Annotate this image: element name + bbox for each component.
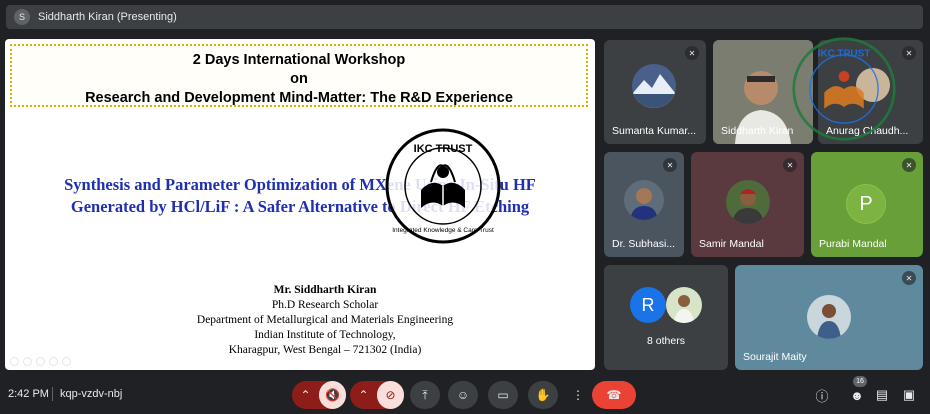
- participant-tile[interactable]: ✕ Sumanta Kumar...: [604, 40, 706, 144]
- avatar: [624, 180, 664, 220]
- others-tile[interactable]: R 8 others: [604, 265, 728, 370]
- camera-control[interactable]: ⌃ ⊘: [350, 381, 404, 409]
- participant-tile[interactable]: ✕ Samir Mandal: [691, 152, 804, 257]
- banner-line: Research and Development Mind-Matter: Th…: [85, 90, 513, 106]
- slide-pen-icon[interactable]: [36, 357, 45, 366]
- author-line: Indian Institute of Technology,: [254, 329, 396, 341]
- present-screen-button[interactable]: ⤒: [410, 381, 440, 409]
- mic-off-icon: ✕: [663, 158, 677, 172]
- avatar: [666, 287, 702, 323]
- avatar: [632, 64, 676, 108]
- participant-name: Sourajit Maity: [743, 351, 807, 363]
- meeting-controls-bar: 2:42 PM kqp-vzdv-nbj ⌃ 🔇 ⌃ ⊘ ⤒ ☺ ▭ ✋ ⋮ ☎…: [0, 376, 930, 414]
- leave-call-button[interactable]: ☎: [592, 381, 636, 409]
- mic-control[interactable]: ⌃ 🔇: [292, 381, 346, 409]
- participant-tile[interactable]: ✕ P Purabi Mandal: [811, 152, 923, 257]
- ikc-trust-logo: IKC TRUST Integrated Knowledge & Care Tr…: [385, 128, 501, 244]
- video-options-chevron-icon[interactable]: ⌃: [350, 381, 377, 409]
- author-line: Ph.D Research Scholar: [271, 299, 379, 311]
- mic-off-icon: ✕: [685, 46, 699, 60]
- participant-name: Purabi Mandal: [819, 238, 887, 250]
- participant-name: Dr. Subhasi...: [612, 238, 676, 250]
- presentation-slide: 2 Days International Workshop on Researc…: [5, 39, 595, 370]
- avatar: R: [630, 287, 666, 323]
- participant-name: Siddharth Kiran: [721, 125, 794, 137]
- author-block: Mr. Siddharth Kiran Ph.D Research Schola…: [125, 283, 525, 358]
- mic-off-icon: ✕: [902, 158, 916, 172]
- participant-tile[interactable]: ✕ Sourajit Maity: [735, 265, 923, 370]
- presenter-avatar: S: [14, 9, 30, 25]
- participant-tile[interactable]: ✕ Dr. Subhasi...: [604, 152, 684, 257]
- more-options-icon[interactable]: ⋮: [568, 381, 588, 409]
- slide-zoom-icon[interactable]: [49, 357, 58, 366]
- people-icon[interactable]: ☻: [847, 385, 867, 405]
- divider: [52, 387, 53, 401]
- others-count: 8 others: [647, 335, 685, 347]
- mic-off-icon: ✕: [902, 46, 916, 60]
- slide-menu-icon[interactable]: [62, 357, 71, 366]
- logo-title: IKC TRUST: [414, 143, 473, 155]
- watermark-title: IKC TRUST: [818, 49, 871, 60]
- author-line: Kharagpur, West Bengal – 721302 (India): [228, 344, 422, 356]
- meeting-code: kqp-vzdv-nbj: [60, 388, 123, 400]
- clock: 2:42 PM: [8, 388, 49, 400]
- meeting-info-icon[interactable]: ⓘ: [812, 385, 832, 405]
- chat-icon[interactable]: ▤: [872, 385, 892, 405]
- audio-options-chevron-icon[interactable]: ⌃: [292, 381, 319, 409]
- participant-name: Samir Mandal: [699, 238, 764, 250]
- avatar: P: [846, 184, 886, 224]
- banner-line: on: [290, 71, 308, 87]
- participant-name: Sumanta Kumar...: [612, 125, 697, 137]
- captions-button[interactable]: ▭: [488, 381, 518, 409]
- author-name: Mr. Siddharth Kiran: [273, 284, 377, 296]
- raise-hand-button[interactable]: ✋: [528, 381, 558, 409]
- slide-prev-icon[interactable]: [10, 357, 19, 366]
- camera-off-button[interactable]: ⊘: [377, 381, 404, 409]
- ikc-trust-watermark: IKC TRUST: [792, 37, 896, 141]
- mic-off-button[interactable]: 🔇: [319, 381, 346, 409]
- logo-subtitle: Integrated Knowledge & Care Trust: [392, 227, 494, 234]
- workshop-banner: 2 Days International Workshop on Researc…: [10, 44, 588, 107]
- reactions-button[interactable]: ☺: [448, 381, 478, 409]
- mic-off-icon: ✕: [783, 158, 797, 172]
- author-line: Department of Metallurgical and Material…: [196, 314, 454, 326]
- avatar: [807, 295, 851, 339]
- banner-line: 2 Days International Workshop: [192, 52, 406, 68]
- slide-next-icon[interactable]: [23, 357, 32, 366]
- people-count-badge: 16: [853, 376, 867, 387]
- slide-controls[interactable]: [10, 357, 71, 366]
- presentation-banner: S Siddharth Kiran (Presenting): [6, 5, 923, 29]
- activities-icon[interactable]: ▣: [899, 385, 919, 405]
- avatar: [726, 180, 770, 224]
- mic-off-icon: ✕: [902, 271, 916, 285]
- presenter-label: Siddharth Kiran (Presenting): [38, 11, 177, 23]
